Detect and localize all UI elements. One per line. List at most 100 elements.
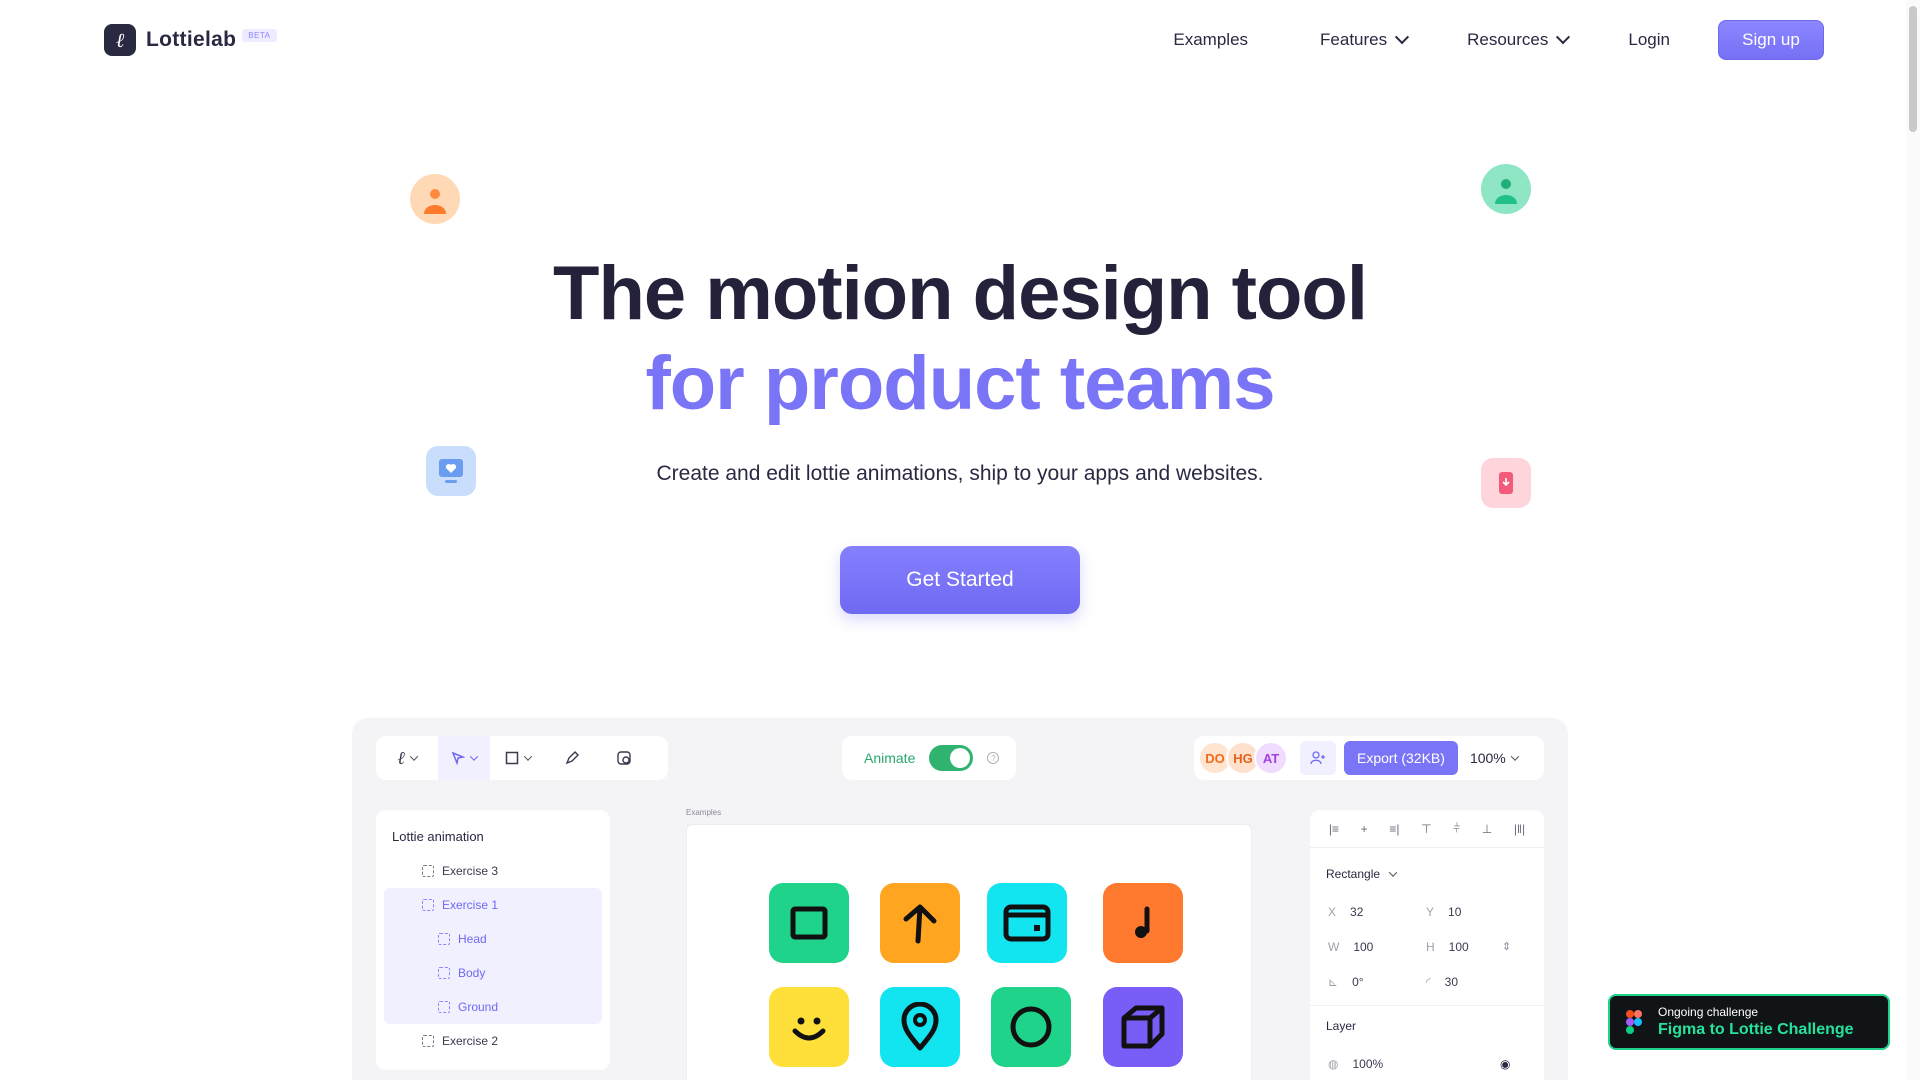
scrollbar-thumb[interactable] [1909, 6, 1917, 132]
challenge-text: Ongoing challenge Figma to Lottie Challe… [1658, 1005, 1854, 1039]
assets-tool-button[interactable] [598, 736, 650, 780]
size-row: W 100 H 100 ⇕ [1310, 929, 1544, 964]
chevron-down-icon [409, 752, 418, 761]
eye-icon[interactable]: ◉ [1500, 1057, 1510, 1071]
avatar[interactable]: AT [1254, 741, 1288, 775]
hero-title-line2: for product teams [645, 341, 1275, 426]
logo-text: Lottielab [146, 28, 237, 51]
arrow-up-icon[interactable] [880, 883, 960, 963]
figma-icon [1626, 1010, 1642, 1034]
layer-item[interactable]: Body [384, 956, 602, 990]
position-row: X 32 Y 10 [1310, 894, 1544, 929]
rotation-icon: ⊾ [1328, 974, 1339, 989]
nav-examples-label: Examples [1173, 30, 1249, 49]
wallet-icon[interactable] [987, 883, 1067, 963]
page-scrollbar[interactable] [1906, 0, 1920, 1080]
editor-toolbar-right: DO HG AT Export (32KB) 100% [1194, 736, 1544, 780]
map-pin-icon[interactable] [880, 987, 960, 1067]
assets-icon [617, 751, 631, 765]
pen-icon [565, 751, 579, 765]
challenge-title: Figma to Lottie Challenge [1658, 1021, 1854, 1038]
opacity-field[interactable]: ◍ 100% [1310, 1057, 1500, 1071]
animate-toggle[interactable] [929, 745, 974, 771]
layer-section-title: Layer [1326, 1019, 1357, 1033]
pen-tool-button[interactable] [546, 736, 598, 780]
nav-resources-label: Resources [1467, 30, 1549, 49]
hero-title-line1: The motion design tool [553, 251, 1368, 336]
logo-mark-icon: ℓ [104, 24, 136, 56]
select-tool-button[interactable] [438, 736, 490, 780]
animate-toggle-bar: Animate ? [842, 736, 1016, 780]
layer-group-icon [438, 1001, 450, 1013]
hero-subtitle: Create and edit lottie animations, ship … [656, 462, 1264, 485]
layer-item[interactable]: Exercise 2 [376, 1024, 610, 1058]
layer-label: Head [458, 932, 487, 946]
canvas[interactable] [686, 824, 1252, 1080]
y-field[interactable]: Y 10 [1408, 905, 1506, 919]
challenge-banner[interactable]: Ongoing challenge Figma to Lottie Challe… [1608, 994, 1890, 1050]
circle-icon[interactable] [991, 987, 1071, 1067]
align-center-h-icon[interactable]: + [1361, 822, 1368, 836]
app-menu-button[interactable]: ℓ [376, 736, 438, 780]
music-note-icon[interactable] [1103, 883, 1183, 963]
distribute-icon[interactable]: |‖| [1514, 822, 1525, 836]
login-link[interactable]: Login [1628, 20, 1670, 60]
shape-tool-button[interactable] [490, 736, 546, 780]
logo[interactable]: ℓ Lottielab BETA [104, 24, 277, 56]
layer-group-icon [438, 933, 450, 945]
canvas-label: Examples [686, 808, 722, 817]
height-field[interactable]: H 100 [1408, 940, 1506, 954]
align-center-v-icon[interactable]: ⫩ [1453, 821, 1460, 836]
chevron-down-icon [1556, 30, 1571, 45]
top-nav: ℓ Lottielab BETA Examples Features Resou… [0, 0, 1920, 80]
beta-badge: BETA [242, 28, 277, 42]
layer-label: Exercise 1 [442, 898, 499, 912]
layer-label: Body [458, 966, 486, 980]
nav-links: Examples Features Resources Login Sign u… [1173, 20, 1824, 60]
lock-ratio-icon[interactable]: ⇕ [1502, 940, 1511, 953]
rotation-field[interactable]: ⊾ 0° [1310, 975, 1408, 989]
user-avatar-orange-icon [410, 174, 460, 224]
layer-label: Ground [458, 1000, 499, 1014]
align-bottom-icon[interactable]: ⊥ [1482, 822, 1492, 836]
export-button[interactable]: Export (32KB) [1344, 741, 1458, 775]
layer-item[interactable]: Ground [384, 990, 602, 1024]
logo-mark-icon: ℓ [397, 747, 405, 769]
nav-features-dropdown[interactable]: Features [1320, 20, 1410, 60]
align-right-icon[interactable]: ≡| [1389, 822, 1399, 836]
editor-toolbar-left: ℓ [376, 736, 668, 780]
layer-item[interactable]: Exercise 3 [376, 854, 610, 888]
layer-item[interactable]: Head [384, 922, 602, 956]
shape-type-dropdown[interactable]: Rectangle [1310, 854, 1544, 894]
layer-item[interactable]: Exercise 1 [384, 888, 602, 922]
zoom-dropdown[interactable]: 100% [1470, 750, 1519, 766]
invite-user-button[interactable] [1300, 741, 1336, 775]
shape-type-label: Rectangle [1326, 867, 1381, 881]
get-started-button[interactable]: Get Started [840, 546, 1080, 614]
layer-group-selected: Exercise 1 Head Body Ground [384, 888, 602, 1024]
chevron-down-icon [1510, 752, 1519, 761]
align-top-icon[interactable]: ⊤ [1421, 822, 1431, 836]
layers-title: Lottie animation [392, 829, 484, 844]
signup-button[interactable]: Sign up [1718, 20, 1824, 60]
nav-features-label: Features [1320, 30, 1388, 49]
smile-icon[interactable] [769, 987, 849, 1067]
corner-radius-icon: ◜ [1426, 974, 1431, 989]
x-field[interactable]: X 32 [1310, 905, 1408, 919]
nav-examples-link[interactable]: Examples [1173, 20, 1248, 60]
rotation-radius-row: ⊾ 0° ◜ 30 [1310, 964, 1544, 999]
pointer-icon [451, 751, 465, 765]
user-avatar-green-icon [1481, 164, 1531, 214]
layer-group-icon [438, 967, 450, 979]
layer-label: Exercise 3 [442, 864, 499, 878]
chevron-down-icon [1388, 868, 1398, 877]
width-field[interactable]: W 100 [1310, 940, 1408, 954]
cube-icon[interactable] [1103, 987, 1183, 1067]
square-icon[interactable] [769, 883, 849, 963]
help-icon[interactable]: ? [987, 752, 1000, 764]
layer-group-icon [422, 899, 434, 911]
nav-resources-dropdown[interactable]: Resources [1467, 20, 1571, 60]
opacity-icon: ◍ [1328, 1056, 1339, 1071]
align-left-icon[interactable]: |≡ [1329, 822, 1339, 836]
corner-radius-field[interactable]: ◜ 30 [1408, 975, 1506, 989]
